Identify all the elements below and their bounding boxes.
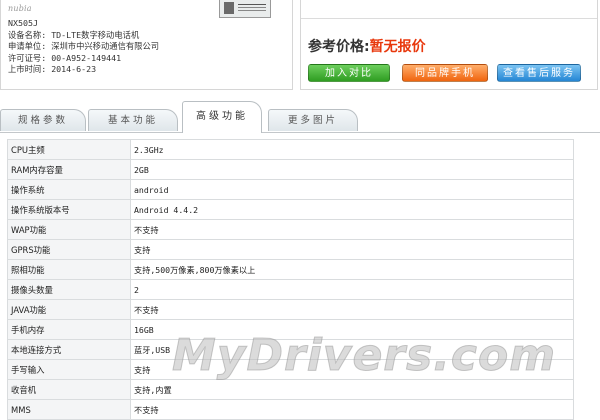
spec-tabs: 规格参数 基本功能 高级功能 更多图片	[0, 101, 600, 133]
spec-key: RAM内存容量	[7, 159, 131, 180]
device-thumbnail[interactable]	[219, 0, 271, 18]
license-row: 许可证号: 00-A952-149441	[8, 53, 159, 65]
device-info: NX505J 设备名称: TD-LTE数字移动电话机 申请单位: 深圳市中兴移动…	[8, 18, 159, 76]
spec-value: 16GB	[130, 319, 574, 340]
table-row: GPRS功能 支持	[7, 239, 574, 260]
table-row: RAM内存容量 2GB	[7, 159, 574, 180]
spec-value: 不支持	[130, 299, 574, 320]
spec-key: 摄像头数量	[7, 279, 131, 300]
spec-value: 2.3GHz	[130, 139, 574, 160]
launch-date-value: 2014-6-23	[51, 64, 97, 75]
applicant-value: 深圳市中兴移动通信有限公司	[51, 41, 160, 52]
table-row: 手机内存 16GB	[7, 319, 574, 340]
spec-value: Android 4.4.2	[130, 199, 574, 220]
spec-key: JAVA功能	[7, 299, 131, 320]
price-panel: 参考价格:暂无报价 加入对比 同品牌手机 查看售后服务	[300, 0, 598, 90]
spec-value: 不支持	[130, 399, 574, 420]
price-label: 参考价格:	[308, 39, 370, 55]
service-stores-button[interactable]: 查看售后服务	[497, 64, 581, 82]
advanced-features-table: CPU主频 2.3GHz RAM内存容量 2GB 操作系统 android 操作系统版本号 A…	[7, 139, 574, 420]
table-row: JAVA功能 不支持	[7, 299, 574, 320]
spec-key: CPU主频	[7, 139, 131, 160]
spec-value: 支持,500万像素,800万像素以上	[130, 259, 574, 280]
table-row: 操作系统版本号 Android 4.4.2	[7, 199, 574, 220]
spec-key: 操作系统版本号	[7, 199, 131, 220]
spec-key: 操作系统	[7, 179, 131, 200]
tab-more-images[interactable]: 更多图片	[268, 109, 358, 131]
tab-advanced-features[interactable]: 高级功能	[182, 101, 262, 133]
table-row: 操作系统 android	[7, 179, 574, 200]
table-row: 摄像头数量 2	[7, 279, 574, 300]
tab-basic-features[interactable]: 基本功能	[88, 109, 178, 131]
device-model: NX505J	[8, 18, 38, 28]
table-row: WAP功能 不支持	[7, 219, 574, 240]
spec-value: 支持	[130, 359, 574, 380]
spec-value: 2GB	[130, 159, 574, 180]
phone-image-icon	[224, 2, 234, 14]
same-brand-button[interactable]: 同品牌手机	[402, 64, 488, 82]
spec-value: 支持	[130, 239, 574, 260]
spec-key: 手机内存	[7, 319, 131, 340]
device-name-row: 设备名称: TD-LTE数字移动电话机	[8, 30, 159, 42]
launch-date-row: 上市时间: 2014-6-23	[8, 64, 159, 76]
table-row: 收音机 支持,内置	[7, 379, 574, 400]
spec-value: android	[130, 179, 574, 200]
spec-key: 收音机	[7, 379, 131, 400]
brand-logo: nubia	[8, 4, 32, 13]
license-value: 00-A952-149441	[51, 52, 122, 63]
device-name-value: TD-LTE数字移动电话机	[51, 29, 140, 40]
device-info-panel: nubia NX505J 设备名称: TD-LTE数字移动电话机 申请单位: 深…	[0, 0, 293, 90]
device-name-label: 设备名称:	[8, 29, 47, 40]
table-row: 手写输入 支持	[7, 359, 574, 380]
spec-value: 蓝牙,USB	[130, 339, 574, 360]
applicant-label: 申请单位:	[8, 41, 47, 52]
table-row: MMS 不支持	[7, 399, 574, 420]
spec-key: 本地连接方式	[7, 339, 131, 360]
table-row: CPU主频 2.3GHz	[7, 139, 574, 160]
table-row: 本地连接方式 蓝牙,USB	[7, 339, 574, 360]
spec-key: GPRS功能	[7, 239, 131, 260]
spec-key: WAP功能	[7, 219, 131, 240]
add-compare-button[interactable]: 加入对比	[308, 64, 390, 82]
launch-date-label: 上市时间:	[8, 64, 47, 75]
price-value: 暂无报价	[369, 39, 426, 55]
spec-key: 照相功能	[7, 259, 131, 280]
tab-specs[interactable]: 规格参数	[0, 109, 86, 131]
spec-value: 不支持	[130, 219, 574, 240]
thumbnail-caption-lines	[238, 4, 266, 5]
applicant-row: 申请单位: 深圳市中兴移动通信有限公司	[8, 41, 159, 53]
spec-key: MMS	[7, 399, 131, 420]
spec-value: 2	[130, 279, 574, 300]
price-panel-top-strip	[301, 0, 597, 19]
table-row: 照相功能 支持,500万像素,800万像素以上	[7, 259, 574, 280]
license-label: 许可证号:	[8, 52, 47, 63]
spec-value: 支持,内置	[130, 379, 574, 400]
spec-key: 手写输入	[7, 359, 131, 380]
reference-price: 参考价格:暂无报价	[308, 36, 426, 56]
